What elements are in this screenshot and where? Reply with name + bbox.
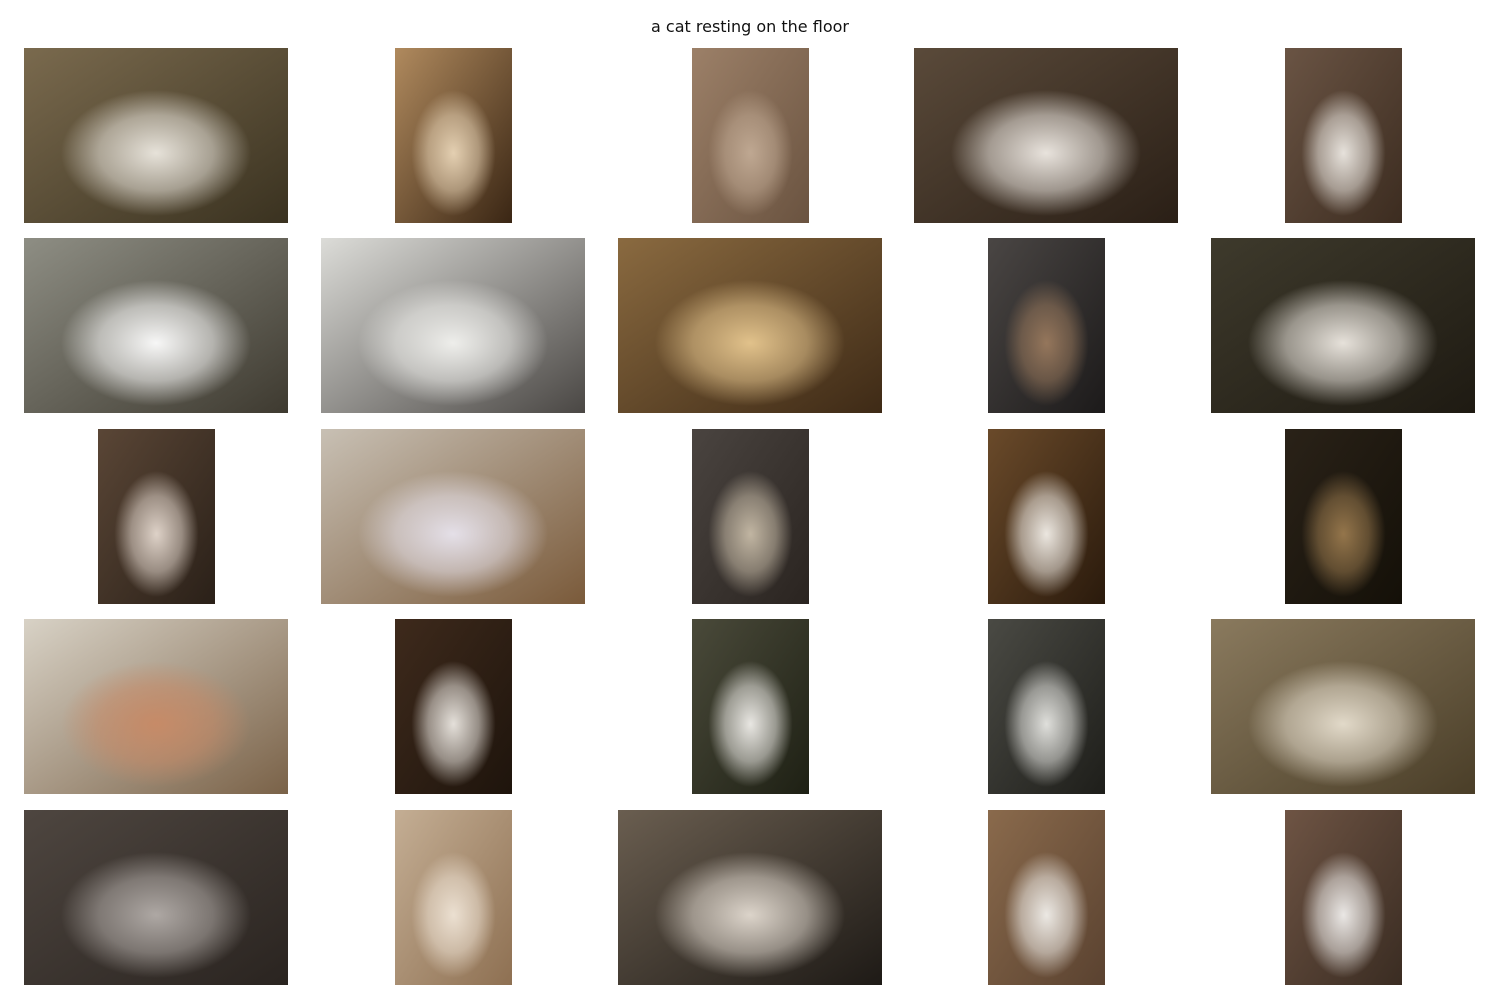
photo-thumbnail: [321, 429, 585, 604]
photo-subject: [406, 838, 501, 978]
photo-thumbnail: [24, 48, 288, 223]
photo-subject: [50, 76, 262, 216]
photo-thumbnail: [618, 238, 882, 413]
photo-subject: [644, 838, 856, 978]
photo-thumbnail: [988, 238, 1105, 413]
photo-thumbnail: [321, 238, 585, 413]
query-caption: a cat resting on the floor: [651, 17, 849, 36]
result-image-white-dog-on-sand[interactable]: [988, 810, 1105, 985]
result-image-white-dog-on-leash[interactable]: [24, 48, 288, 223]
photo-thumbnail: [395, 48, 512, 223]
photo-thumbnail: [98, 429, 215, 604]
photo-subject: [703, 647, 798, 787]
photo-subject: [347, 457, 559, 597]
photo-subject: [50, 647, 262, 787]
photo-subject: [940, 76, 1152, 216]
photo-thumbnail: [24, 619, 288, 794]
photo-thumbnail: [988, 619, 1105, 794]
result-image-white-bunny-on-soil[interactable]: [1285, 810, 1402, 985]
result-image-fluffy-grey-rabbit-indoor[interactable]: [321, 429, 585, 604]
photo-subject: [347, 266, 559, 406]
photo-subject: [1296, 838, 1391, 978]
result-image-flower-shadow-on-wall[interactable]: [1211, 619, 1475, 794]
photo-subject: [703, 76, 798, 216]
photo-thumbnail: [1285, 429, 1402, 604]
photo-thumbnail: [618, 810, 882, 985]
photo-subject: [1237, 266, 1449, 406]
result-image-white-rabbit-on-soil[interactable]: [1285, 48, 1402, 223]
photo-thumbnail: [692, 619, 809, 794]
photo-thumbnail: [692, 429, 809, 604]
photo-subject: [109, 457, 204, 597]
result-image-door-edge-in-light[interactable]: [395, 48, 512, 223]
photo-subject: [1296, 457, 1391, 597]
photo-thumbnail: [914, 48, 1178, 223]
result-image-bokeh-lights[interactable]: [618, 810, 882, 985]
photo-thumbnail: [988, 810, 1105, 985]
result-image-eggs-in-nest-on-cloth[interactable]: [24, 619, 288, 794]
photo-subject: [1237, 647, 1449, 787]
result-image-white-boxer-puppy[interactable]: [914, 48, 1178, 223]
result-image-sand-dune[interactable]: [692, 48, 809, 223]
photo-thumbnail: [1211, 619, 1475, 794]
photo-thumbnail: [1285, 48, 1402, 223]
result-image-grey-cat-orange-eyes[interactable]: [24, 810, 288, 985]
result-image-cat-face-on-tiles[interactable]: [988, 238, 1105, 413]
photo-subject: [703, 457, 798, 597]
result-image-wooden-ceiling-skylight[interactable]: [988, 429, 1105, 604]
result-image-fluffy-white-puppy-leaves[interactable]: [395, 619, 512, 794]
photo-subject: [999, 838, 1094, 978]
photo-subject: [999, 647, 1094, 787]
result-image-white-brown-cat-lying[interactable]: [1211, 238, 1475, 413]
result-image-waterfall-forest[interactable]: [988, 619, 1105, 794]
result-image-husky-dog-stretching[interactable]: [692, 429, 809, 604]
photo-subject: [644, 266, 856, 406]
photo-thumbnail: [1285, 810, 1402, 985]
photo-thumbnail: [24, 238, 288, 413]
photo-subject: [1296, 76, 1391, 216]
result-image-tabby-cat-walking-street[interactable]: [24, 238, 288, 413]
photo-subject: [50, 838, 262, 978]
result-image-woman-in-desert[interactable]: [395, 810, 512, 985]
result-image-brown-white-rabbit[interactable]: [98, 429, 215, 604]
photo-subject: [50, 266, 262, 406]
photo-thumbnail: [24, 810, 288, 985]
photo-thumbnail: [395, 810, 512, 985]
photo-subject: [406, 76, 501, 216]
photo-subject: [999, 266, 1094, 406]
result-image-grey-white-cat-closeup[interactable]: [321, 238, 585, 413]
photo-thumbnail: [692, 48, 809, 223]
result-image-lion-lying[interactable]: [1285, 429, 1402, 604]
result-image-tabby-cat-jumping-window[interactable]: [618, 238, 882, 413]
photo-thumbnail: [395, 619, 512, 794]
photo-thumbnail: [1211, 238, 1475, 413]
photo-thumbnail: [988, 429, 1105, 604]
result-image-white-roses-bush[interactable]: [692, 619, 809, 794]
photo-subject: [406, 647, 501, 787]
photo-subject: [999, 457, 1094, 597]
